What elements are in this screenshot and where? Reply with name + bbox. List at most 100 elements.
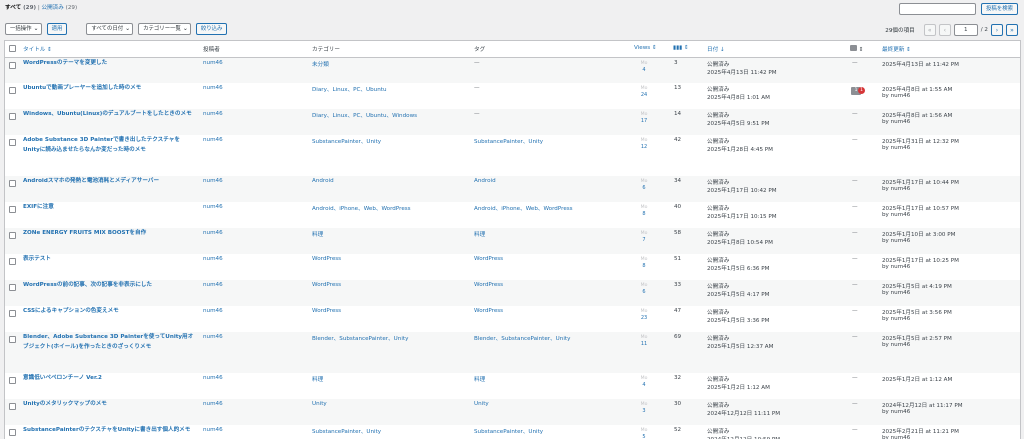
column-comments[interactable]: ⇕ xyxy=(850,45,863,53)
row-checkbox[interactable] xyxy=(9,377,16,384)
post-categories[interactable]: Android、iPhone、Web、WordPress xyxy=(312,204,411,212)
views-count[interactable]: 11 xyxy=(637,341,651,348)
post-author-link[interactable]: num46 xyxy=(203,401,223,407)
column-modified[interactable]: 最終更新 ⇕ xyxy=(882,45,911,53)
post-title-link[interactable]: CSSによるキャプションの色変えメモ xyxy=(23,306,195,316)
row-checkbox[interactable] xyxy=(9,403,16,410)
post-author-link[interactable]: num46 xyxy=(203,85,223,91)
row-checkbox[interactable] xyxy=(9,139,16,146)
post-categories[interactable]: SubstancePainter、Unity xyxy=(312,137,381,145)
post-categories[interactable]: Unity xyxy=(312,401,327,407)
post-tags[interactable]: Android xyxy=(474,178,496,184)
post-title-link[interactable]: Androidスマホの発熱と電池消耗とメディアサーバー xyxy=(23,176,195,186)
views-count[interactable]: 24 xyxy=(637,92,651,99)
column-views[interactable]: Views ⇕ xyxy=(634,45,657,51)
views-count[interactable]: 23 xyxy=(637,315,651,322)
search-input[interactable] xyxy=(899,3,977,15)
post-title-link[interactable]: WordPressの前の記事、次の記事を非表示にした xyxy=(23,280,195,290)
column-stats[interactable]: ▮▮▮ ⇕ xyxy=(673,45,689,51)
post-author-link[interactable]: num46 xyxy=(203,375,223,381)
filter-all-link[interactable]: すべて (29) xyxy=(5,5,36,11)
post-title-link[interactable]: 意識低いペペロンチーノ Ver.2 xyxy=(23,373,195,383)
row-checkbox[interactable] xyxy=(9,284,16,291)
views-count[interactable]: 12 xyxy=(637,144,651,151)
next-page-button[interactable]: › xyxy=(991,24,1003,36)
bulk-action-select[interactable]: 一括操作 ⌄ xyxy=(5,23,42,35)
apply-button[interactable]: 適用 xyxy=(46,23,68,35)
post-author-link[interactable]: num46 xyxy=(203,334,223,340)
filter-published-link[interactable]: 公開済み (29) xyxy=(41,5,77,11)
views-count[interactable]: 5 xyxy=(637,434,651,439)
comment-count-badge[interactable]: 11 xyxy=(851,87,865,95)
pending-comment-badge[interactable]: 1 xyxy=(858,87,865,94)
post-categories[interactable]: Diary、Linux、PC、Ubuntu xyxy=(312,85,387,93)
post-title-link[interactable]: EXIFに注意 xyxy=(23,202,195,212)
row-checkbox[interactable] xyxy=(9,429,16,436)
views-count[interactable]: 6 xyxy=(637,289,651,296)
row-checkbox[interactable] xyxy=(9,232,16,239)
post-tags[interactable]: WordPress xyxy=(474,282,503,288)
post-tags[interactable]: WordPress xyxy=(474,308,503,314)
post-title-link[interactable]: 表示テスト xyxy=(23,254,195,264)
post-author-link[interactable]: num46 xyxy=(203,137,223,143)
select-all-checkbox[interactable] xyxy=(9,45,16,52)
post-author-link[interactable]: num46 xyxy=(203,178,223,184)
post-author-link[interactable]: num46 xyxy=(203,282,223,288)
post-categories[interactable]: WordPress xyxy=(312,256,341,262)
post-categories[interactable]: 未分類 xyxy=(312,60,329,68)
views-count[interactable]: 4 xyxy=(637,382,651,389)
row-checkbox[interactable] xyxy=(9,310,16,317)
post-title-link[interactable]: WordPressのテーマを変更した xyxy=(23,58,195,68)
date-filter-select[interactable]: すべての日付 ⌄ xyxy=(86,23,134,35)
column-title[interactable]: タイトル ⇕ xyxy=(23,45,52,53)
post-author-link[interactable]: num46 xyxy=(203,111,223,117)
post-title-link[interactable]: Windows、Ubuntu(Linux)のデュアルブートをしたときのメモ xyxy=(23,109,195,119)
column-date[interactable]: 日付 ↓ xyxy=(707,45,725,53)
post-tags[interactable]: WordPress xyxy=(474,256,503,262)
post-author-link[interactable]: num46 xyxy=(203,308,223,314)
post-categories[interactable]: Blender、SubstancePainter、Unity xyxy=(312,334,408,342)
post-tags[interactable]: 料理 xyxy=(474,230,485,238)
post-categories[interactable]: WordPress xyxy=(312,308,341,314)
post-title-link[interactable]: Ubuntuで動画プレーヤーを追加した時のメモ xyxy=(23,83,195,93)
post-tags[interactable]: Unity xyxy=(474,401,489,407)
post-title-link[interactable]: Adobe Substance 3D Painterで書き出したテクスチャをUn… xyxy=(23,135,195,155)
post-tags[interactable]: Android、iPhone、Web、WordPress xyxy=(474,204,573,212)
post-categories[interactable]: WordPress xyxy=(312,282,341,288)
post-categories[interactable]: 料理 xyxy=(312,375,323,383)
row-checkbox[interactable] xyxy=(9,258,16,265)
current-page-input[interactable]: 1 xyxy=(953,24,978,36)
post-title-link[interactable]: Unityのメタリックマップのメモ xyxy=(23,399,195,409)
row-checkbox[interactable] xyxy=(9,180,16,187)
post-categories[interactable]: Diary、Linux、PC、Ubuntu、Windows xyxy=(312,111,417,119)
last-page-button[interactable]: » xyxy=(1006,24,1018,36)
search-posts-button[interactable]: 投稿を検索 xyxy=(981,3,1018,15)
post-author-link[interactable]: num46 xyxy=(203,230,223,236)
post-tags[interactable]: 料理 xyxy=(474,375,485,383)
views-count[interactable]: 8 xyxy=(637,263,651,270)
row-checkbox[interactable] xyxy=(9,336,16,343)
post-categories[interactable]: SubstancePainter、Unity xyxy=(312,427,381,435)
post-categories[interactable]: Android xyxy=(312,178,334,184)
filter-button[interactable]: 絞り込み xyxy=(195,23,228,35)
post-title-link[interactable]: ZONe ENERGY FRUITS MIX BOOSTを自作 xyxy=(23,228,195,238)
post-title-link[interactable]: Blender、Adobe Substance 3D Painterを使ってUn… xyxy=(23,332,195,352)
views-count[interactable]: 6 xyxy=(637,185,651,192)
post-author-link[interactable]: num46 xyxy=(203,60,223,66)
post-tags[interactable]: SubstancePainter、Unity xyxy=(474,427,543,435)
category-filter-select[interactable]: カテゴリー一覧 ⌄ xyxy=(138,23,191,35)
row-checkbox[interactable] xyxy=(9,62,16,69)
post-author-link[interactable]: num46 xyxy=(203,256,223,262)
post-title-link[interactable]: SubstancePainterのテクスチャをUnityに書き出す個人的メモ xyxy=(23,425,195,435)
row-checkbox[interactable] xyxy=(9,113,16,120)
post-author-link[interactable]: num46 xyxy=(203,204,223,210)
post-categories[interactable]: 料理 xyxy=(312,230,323,238)
views-count[interactable]: 4 xyxy=(637,67,651,74)
views-count[interactable]: 17 xyxy=(637,118,651,125)
views-count[interactable]: 7 xyxy=(637,237,651,244)
views-count[interactable]: 8 xyxy=(637,211,651,218)
post-tags[interactable]: SubstancePainter、Unity xyxy=(474,137,543,145)
row-checkbox[interactable] xyxy=(9,206,16,213)
post-author-link[interactable]: num46 xyxy=(203,427,223,433)
views-count[interactable]: 3 xyxy=(637,408,651,415)
